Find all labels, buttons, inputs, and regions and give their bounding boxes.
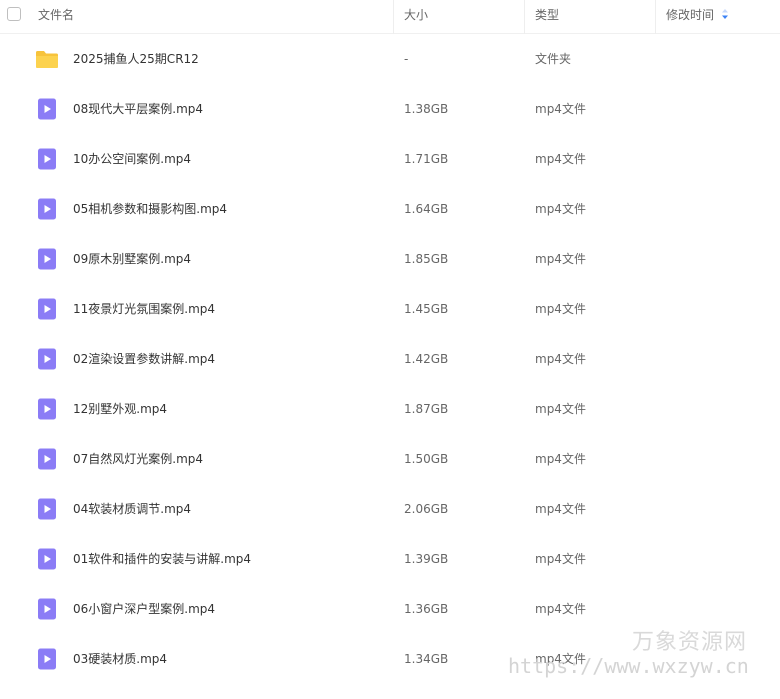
- file-name[interactable]: 06小窗户深户型案例.mp4: [73, 601, 215, 617]
- file-type: 文件夹: [535, 52, 572, 66]
- file-name[interactable]: 10办公空间案例.mp4: [73, 151, 191, 167]
- file-size: 1.85GB: [404, 252, 449, 266]
- file-row[interactable]: 01软件和插件的安装与讲解.mp4 1.39GB mp4文件: [0, 534, 780, 584]
- column-header-modified[interactable]: 修改时间: [666, 0, 729, 34]
- file-row[interactable]: 07自然风灯光案例.mp4 1.50GB mp4文件: [0, 434, 780, 484]
- column-header-size[interactable]: 大小: [404, 0, 428, 34]
- file-name[interactable]: 05相机参数和摄影构图.mp4: [73, 201, 227, 217]
- video-file-icon: [35, 247, 59, 271]
- select-all-checkbox[interactable]: [7, 7, 21, 21]
- file-row[interactable]: 10办公空间案例.mp4 1.71GB mp4文件: [0, 134, 780, 184]
- file-size: 1.42GB: [404, 352, 449, 366]
- sort-desc-icon[interactable]: [721, 8, 729, 20]
- file-row[interactable]: 08现代大平层案例.mp4 1.38GB mp4文件: [0, 84, 780, 134]
- file-name[interactable]: 04软装材质调节.mp4: [73, 501, 191, 517]
- file-row[interactable]: 02渲染设置参数讲解.mp4 1.42GB mp4文件: [0, 334, 780, 384]
- video-file-icon: [35, 597, 59, 621]
- video-file-icon: [35, 447, 59, 471]
- file-size: 1.64GB: [404, 202, 449, 216]
- watermark-text: 万象资源网: [632, 630, 748, 655]
- file-name[interactable]: 08现代大平层案例.mp4: [73, 101, 203, 117]
- file-size: 1.34GB: [404, 652, 449, 666]
- file-list-header: 文件名 大小 类型 修改时间: [0, 0, 780, 34]
- file-type: mp4文件: [535, 602, 586, 616]
- file-size: 1.71GB: [404, 152, 449, 166]
- file-size: 1.50GB: [404, 452, 449, 466]
- file-type: mp4文件: [535, 452, 586, 466]
- folder-icon: [35, 47, 59, 71]
- file-size: 2.06GB: [404, 502, 449, 516]
- video-file-icon: [35, 497, 59, 521]
- file-type: mp4文件: [535, 502, 586, 516]
- file-type: mp4文件: [535, 202, 586, 216]
- file-size: 1.39GB: [404, 552, 449, 566]
- file-row[interactable]: 2025捕鱼人25期CR12 - 文件夹: [0, 34, 780, 84]
- video-file-icon: [35, 547, 59, 571]
- file-type: mp4文件: [535, 152, 586, 166]
- video-file-icon: [35, 97, 59, 121]
- video-file-icon: [35, 197, 59, 221]
- video-file-icon: [35, 347, 59, 371]
- video-file-icon: [35, 397, 59, 421]
- file-row[interactable]: 04软装材质调节.mp4 2.06GB mp4文件: [0, 484, 780, 534]
- column-header-type[interactable]: 类型: [535, 0, 559, 34]
- video-file-icon: [35, 647, 59, 671]
- file-size: 1.45GB: [404, 302, 449, 316]
- file-row[interactable]: 11夜景灯光氛围案例.mp4 1.45GB mp4文件: [0, 284, 780, 334]
- file-type: mp4文件: [535, 252, 586, 266]
- file-type: mp4文件: [535, 302, 586, 316]
- file-row[interactable]: 12别墅外观.mp4 1.87GB mp4文件: [0, 384, 780, 434]
- file-name[interactable]: 09原木别墅案例.mp4: [73, 251, 191, 267]
- file-name[interactable]: 07自然风灯光案例.mp4: [73, 451, 203, 467]
- watermark-url: https://www.wxzyw.cn: [508, 654, 749, 678]
- video-file-icon: [35, 147, 59, 171]
- file-size: 1.36GB: [404, 602, 449, 616]
- column-header-modified-label: 修改时间: [666, 8, 715, 22]
- file-type: mp4文件: [535, 552, 586, 566]
- file-type: mp4文件: [535, 102, 586, 116]
- file-name[interactable]: 03硬装材质.mp4: [73, 651, 167, 667]
- file-name[interactable]: 12别墅外观.mp4: [73, 401, 167, 417]
- file-size: 1.87GB: [404, 402, 449, 416]
- column-header-name[interactable]: 文件名: [38, 0, 74, 34]
- file-name[interactable]: 01软件和插件的安装与讲解.mp4: [73, 551, 251, 567]
- file-size: 1.38GB: [404, 102, 449, 116]
- file-name[interactable]: 2025捕鱼人25期CR12: [73, 51, 199, 67]
- file-name[interactable]: 11夜景灯光氛围案例.mp4: [73, 301, 215, 317]
- file-size: -: [404, 52, 409, 66]
- file-name[interactable]: 02渲染设置参数讲解.mp4: [73, 351, 215, 367]
- file-type: mp4文件: [535, 402, 586, 416]
- file-row[interactable]: 05相机参数和摄影构图.mp4 1.64GB mp4文件: [0, 184, 780, 234]
- file-row[interactable]: 09原木别墅案例.mp4 1.85GB mp4文件: [0, 234, 780, 284]
- file-type: mp4文件: [535, 352, 586, 366]
- column-divider[interactable]: [655, 0, 656, 34]
- video-file-icon: [35, 297, 59, 321]
- column-divider[interactable]: [393, 0, 394, 34]
- column-divider[interactable]: [524, 0, 525, 34]
